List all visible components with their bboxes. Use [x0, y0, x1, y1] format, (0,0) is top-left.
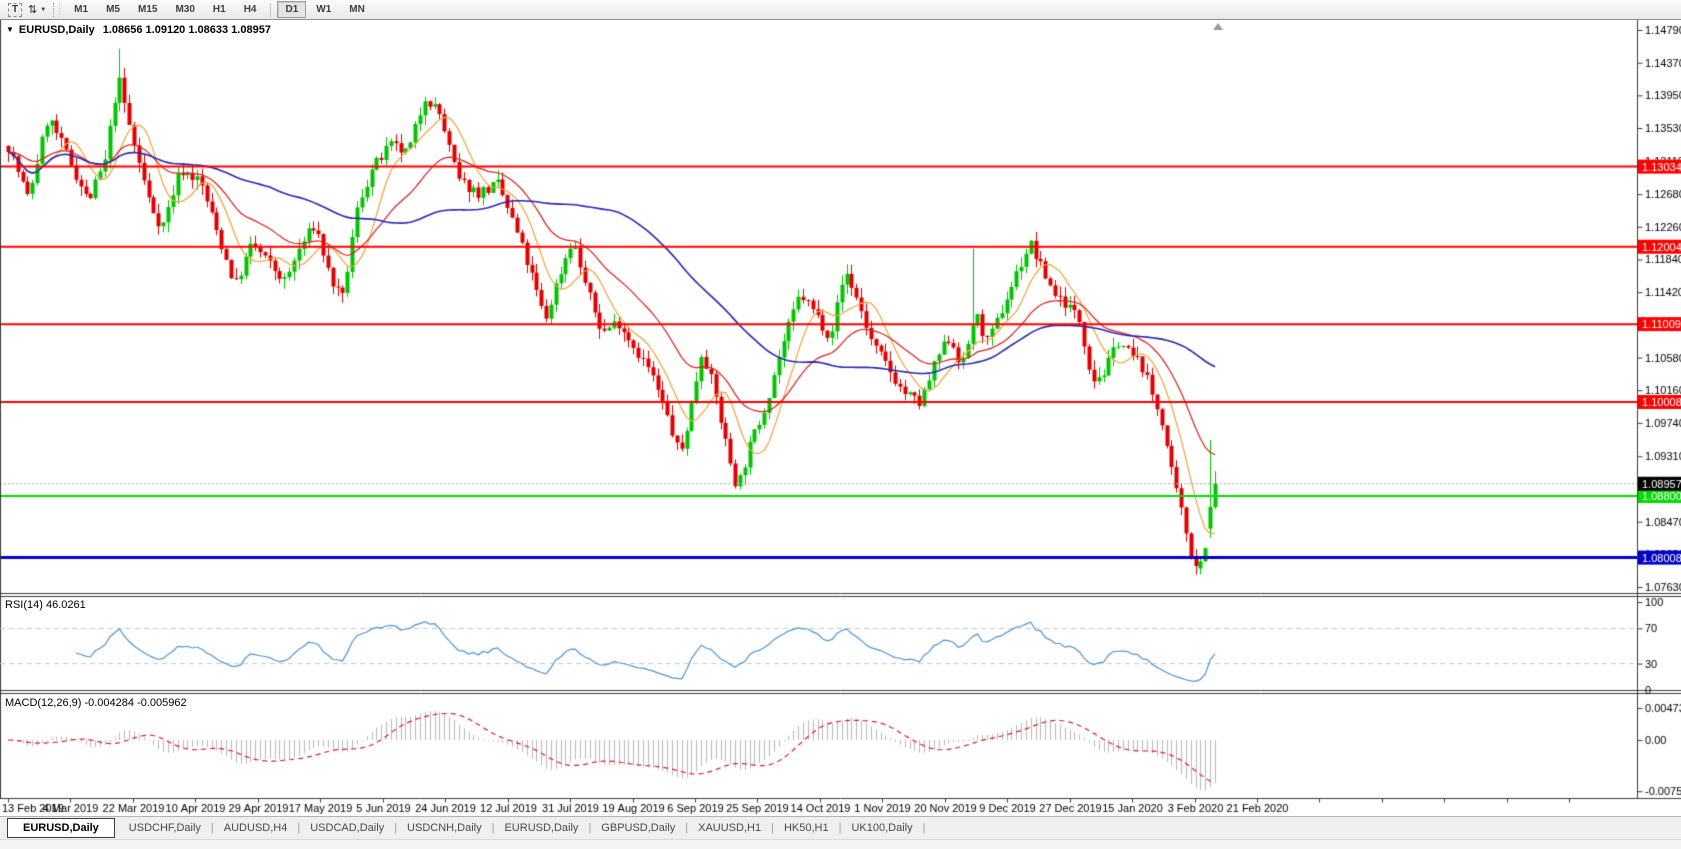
text-tool-icon: T: [8, 2, 22, 17]
tab-eurusd-daily[interactable]: EURUSD,Daily: [494, 818, 588, 838]
text-tool-button[interactable]: T: [5, 1, 25, 19]
dropdown-caret-icon[interactable]: ▼: [40, 7, 46, 13]
macd-indicator-label: MACD(12,26,9) -0.004284 -0.005962: [5, 697, 187, 709]
timeframe-button-m30[interactable]: M30: [167, 1, 202, 18]
tab-usdchf-daily[interactable]: USDCHF,Daily: [119, 818, 211, 838]
toolbar-separator: [270, 2, 272, 17]
tab-audusd-h4[interactable]: AUDUSD,H4: [214, 818, 298, 838]
arrange-arrows-button[interactable]: ⇅ ▼: [27, 1, 47, 19]
rsi-indicator-label: RSI(14) 46.0261: [5, 599, 86, 611]
tab-usdcad-daily[interactable]: USDCAD,Daily: [300, 818, 394, 838]
chart-symbol-label: EURUSD,Daily: [18, 24, 95, 36]
collapse-triangle-icon[interactable]: ▼: [6, 25, 14, 34]
tab-separator: |: [922, 822, 926, 834]
timeframe-button-d1[interactable]: D1: [277, 1, 307, 18]
timeframe-button-w1[interactable]: W1: [308, 1, 339, 18]
tab-eurusd-daily[interactable]: EURUSD,Daily: [7, 818, 115, 838]
chart-window: ▼ EURUSD,Daily 1.08656 1.09120 1.08633 1.0…: [0, 20, 1681, 816]
tab-usdcnh-daily[interactable]: USDCNH,Daily: [397, 818, 492, 838]
chart-canvas[interactable]: [0, 20, 1681, 816]
tab-hk50-h1[interactable]: HK50,H1: [774, 818, 839, 838]
tab-uk100-daily[interactable]: UK100,Daily: [841, 818, 922, 838]
window-tabbar: EURUSD,Daily USDCHF,Daily | AUDUSD,H4 | USDCA…: [0, 816, 1681, 839]
toolbar-grip: [53, 2, 61, 17]
top-toolbar: T ⇅ ▼ M1 M5 M15 M30 H1 H4 D1 W1 MN: [0, 0, 1681, 20]
timeframe-button-m5[interactable]: M5: [98, 1, 128, 18]
timeframe-button-mn[interactable]: MN: [341, 1, 373, 18]
chart-title: ▼ EURUSD,Daily 1.08656 1.09120 1.08633 1.0…: [6, 24, 271, 36]
timeframe-button-h1[interactable]: H1: [205, 1, 234, 18]
arrange-arrows-icon: ⇅: [28, 3, 38, 16]
tab-gbpusd-daily[interactable]: GBPUSD,Daily: [591, 818, 685, 838]
timeframe-button-m1[interactable]: M1: [66, 1, 96, 18]
timeframe-group: M1 M5 M15 M30 H1 H4 D1 W1 MN: [65, 1, 374, 18]
chart-ohlc-values: 1.08656 1.09120 1.08633 1.08957: [102, 24, 271, 36]
tab-xauusd-h1[interactable]: XAUUSD,H1: [688, 818, 771, 838]
timeframe-button-h4[interactable]: H4: [236, 1, 265, 18]
timeframe-button-m15[interactable]: M15: [130, 1, 165, 18]
